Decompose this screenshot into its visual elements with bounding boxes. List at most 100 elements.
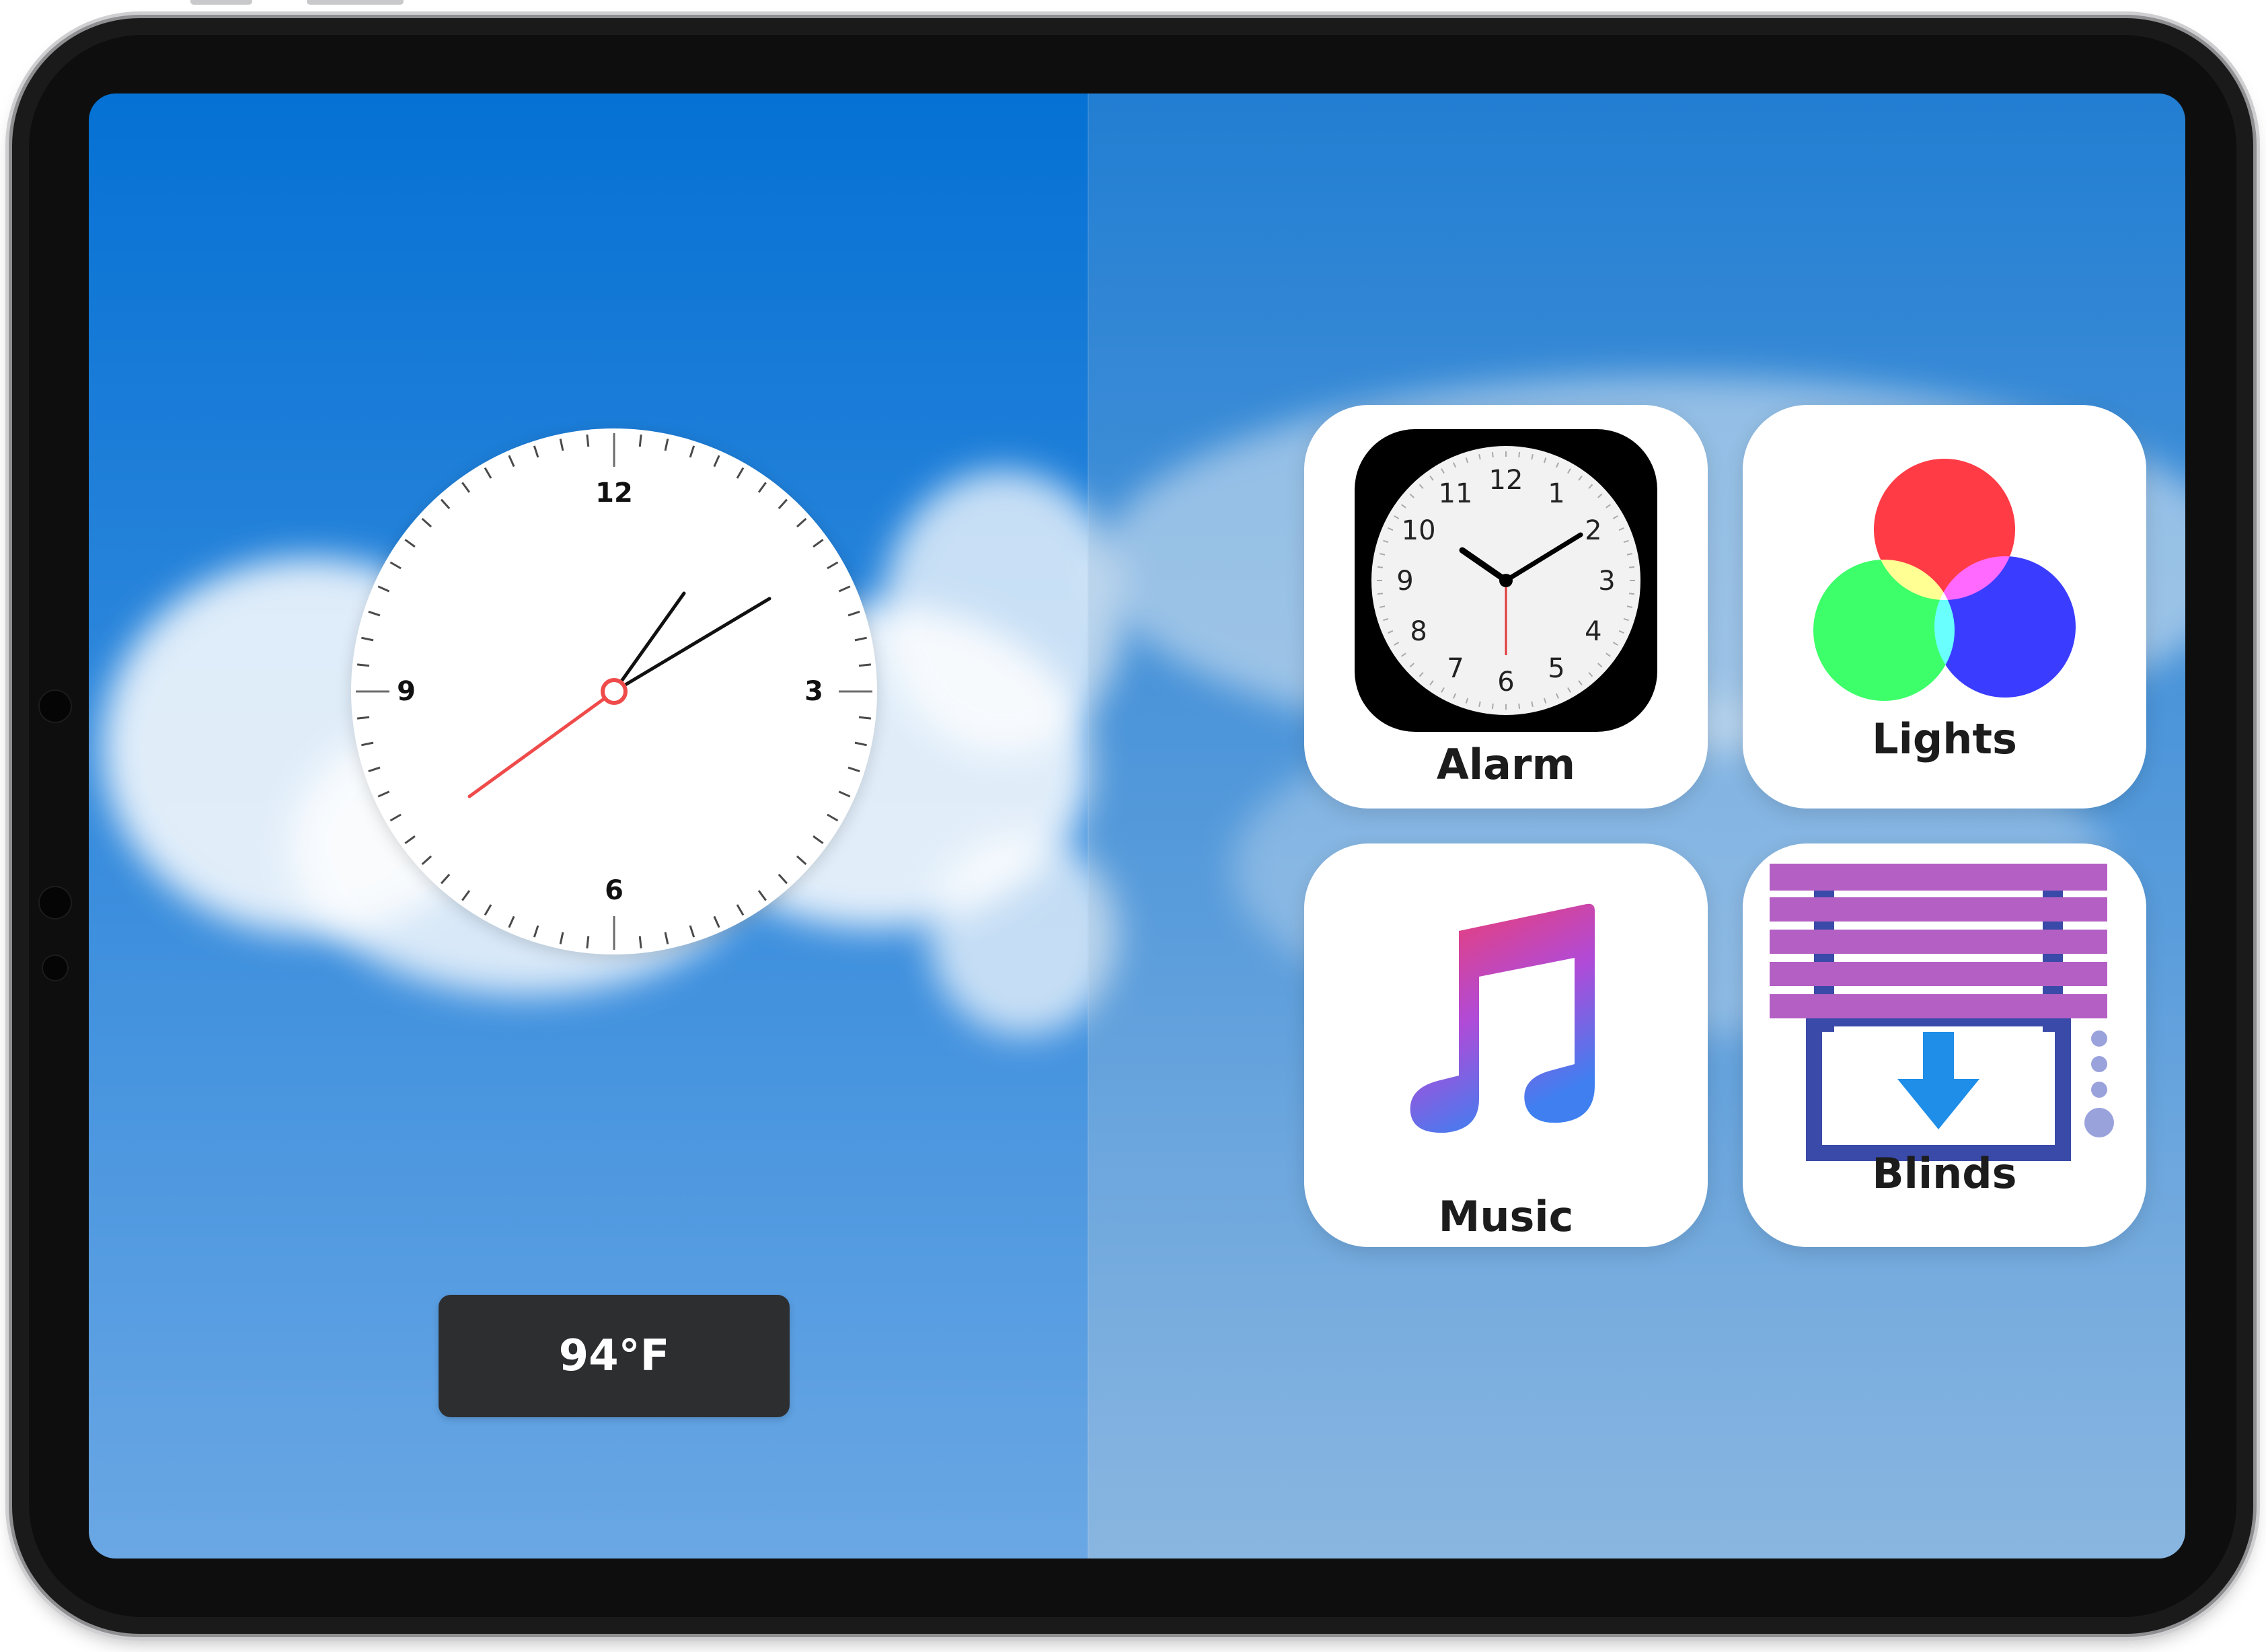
clock-tick bbox=[813, 539, 824, 548]
clock-tick bbox=[713, 455, 720, 467]
clock-tick bbox=[440, 498, 451, 510]
alarm-dial-number: 11 bbox=[1439, 478, 1473, 509]
alarm-dial-number: 6 bbox=[1497, 667, 1514, 698]
clock-tick bbox=[508, 915, 515, 928]
clock-tick bbox=[368, 766, 381, 773]
clock-tick bbox=[638, 434, 642, 447]
clock-tick bbox=[689, 445, 695, 458]
top-button bbox=[190, 0, 252, 5]
clock-tick bbox=[356, 663, 370, 667]
clock-tick bbox=[736, 467, 745, 479]
alarm-dial-tick bbox=[1377, 593, 1384, 595]
alarm-dial-number: 12 bbox=[1489, 465, 1523, 496]
alarm-label: Alarm bbox=[1436, 740, 1576, 789]
clock-tick bbox=[389, 561, 402, 570]
clock-tick bbox=[847, 610, 860, 617]
clock-tick bbox=[368, 610, 381, 617]
volume-button bbox=[307, 0, 404, 5]
alarm-tile[interactable]: 12 1 2 3 4 5 6 7 8 9 10 11 Alarm bbox=[1304, 405, 1708, 809]
clock-tick bbox=[586, 434, 590, 447]
alarm-dial-tick bbox=[1628, 593, 1635, 595]
lights-tile[interactable]: Lights bbox=[1743, 405, 2146, 809]
clock-tick bbox=[858, 663, 872, 667]
clock-tick bbox=[361, 636, 374, 642]
alarm-dial-number: 10 bbox=[1402, 515, 1436, 546]
clock-second-hand bbox=[467, 689, 616, 798]
clock-tick bbox=[461, 482, 471, 493]
alarm-dial-number: 9 bbox=[1396, 566, 1413, 597]
clock-tick bbox=[484, 467, 492, 479]
clock-tick bbox=[813, 835, 824, 844]
clock-tick bbox=[664, 932, 669, 944]
alarm-dial-tick bbox=[1377, 566, 1384, 568]
alarm-dial-number: 1 bbox=[1548, 478, 1564, 509]
clock-tick bbox=[796, 855, 807, 866]
clock-tick bbox=[827, 813, 839, 822]
rgb-color-circles-icon bbox=[1813, 459, 2076, 701]
clock-numeral-3: 3 bbox=[804, 676, 823, 707]
screen: 12 3 6 9 94°F 12 1 2 3 4 5 6 7 8 9 10 11… bbox=[89, 93, 2185, 1559]
music-label: Music bbox=[1438, 1192, 1574, 1241]
camera-sensor bbox=[38, 886, 72, 919]
camera-sensor bbox=[42, 954, 69, 981]
alarm-dial-number: 8 bbox=[1410, 616, 1427, 647]
camera-sensor bbox=[38, 689, 72, 723]
right-pane: 12 1 2 3 4 5 6 7 8 9 10 11 Alarm Lights … bbox=[1088, 93, 2185, 1559]
clock-tick bbox=[404, 835, 416, 844]
clock-tick bbox=[421, 855, 432, 866]
clock-tick bbox=[559, 439, 564, 451]
alarm-dial-number: 2 bbox=[1585, 515, 1601, 546]
blinds-tile[interactable]: Blinds bbox=[1743, 843, 2146, 1247]
blinds-label: Blinds bbox=[1872, 1149, 2017, 1198]
clock-tick bbox=[854, 636, 867, 642]
clock-tick bbox=[713, 915, 720, 928]
alarm-dial-number: 4 bbox=[1585, 616, 1601, 647]
alarm-dial-number: 3 bbox=[1598, 566, 1615, 597]
clock-tick bbox=[838, 790, 851, 798]
clock-tick bbox=[847, 766, 860, 773]
clock-tick bbox=[858, 716, 872, 720]
clock-hour-hand bbox=[612, 591, 686, 693]
clock-tick bbox=[778, 873, 788, 885]
window-blinds-icon bbox=[1770, 864, 2114, 1161]
alarm-dial-number: 5 bbox=[1548, 653, 1564, 684]
clock-tick bbox=[461, 890, 471, 901]
temperature-button[interactable]: 94°F bbox=[439, 1295, 790, 1417]
clock-tick bbox=[586, 936, 590, 949]
left-pane: 12 3 6 9 94°F bbox=[89, 93, 1088, 1559]
clock-tick bbox=[838, 585, 851, 593]
music-note-icon bbox=[1410, 903, 1595, 1133]
clock-tick bbox=[389, 813, 402, 822]
clock-tick bbox=[854, 741, 867, 747]
alarm-dial-tick bbox=[1628, 566, 1635, 568]
clock-tick bbox=[689, 925, 695, 938]
clock-tick bbox=[778, 498, 788, 510]
analog-clock: 12 3 6 9 bbox=[351, 428, 877, 954]
clock-tick bbox=[533, 445, 539, 458]
clock-tick bbox=[377, 585, 390, 593]
clock-tick bbox=[440, 873, 451, 885]
clock-numeral-9: 9 bbox=[397, 676, 416, 707]
clock-tick bbox=[404, 539, 416, 548]
clock-tick bbox=[757, 890, 767, 901]
clock-center-pin bbox=[601, 678, 628, 705]
clock-app-icon: 12 1 2 3 4 5 6 7 8 9 10 11 bbox=[1355, 429, 1657, 732]
clock-tick bbox=[664, 439, 669, 451]
clock-tick bbox=[827, 561, 839, 570]
music-tile[interactable]: Music bbox=[1304, 843, 1708, 1247]
clock-tick bbox=[533, 925, 539, 938]
clock-tick bbox=[361, 741, 374, 747]
clock-tick bbox=[356, 716, 370, 720]
lights-label: Lights bbox=[1872, 714, 2017, 763]
clock-tick bbox=[559, 932, 564, 944]
clock-tick bbox=[377, 790, 390, 798]
clock-tick bbox=[757, 482, 767, 493]
clock-tick bbox=[421, 517, 432, 528]
clock-tick bbox=[638, 936, 642, 949]
clock-numeral-6: 6 bbox=[605, 875, 624, 906]
clock-tick bbox=[796, 517, 807, 528]
clock-tick bbox=[736, 904, 745, 916]
alarm-dial-number: 7 bbox=[1447, 653, 1464, 684]
clock-tick bbox=[484, 904, 492, 916]
clock-minute-hand bbox=[612, 597, 771, 693]
